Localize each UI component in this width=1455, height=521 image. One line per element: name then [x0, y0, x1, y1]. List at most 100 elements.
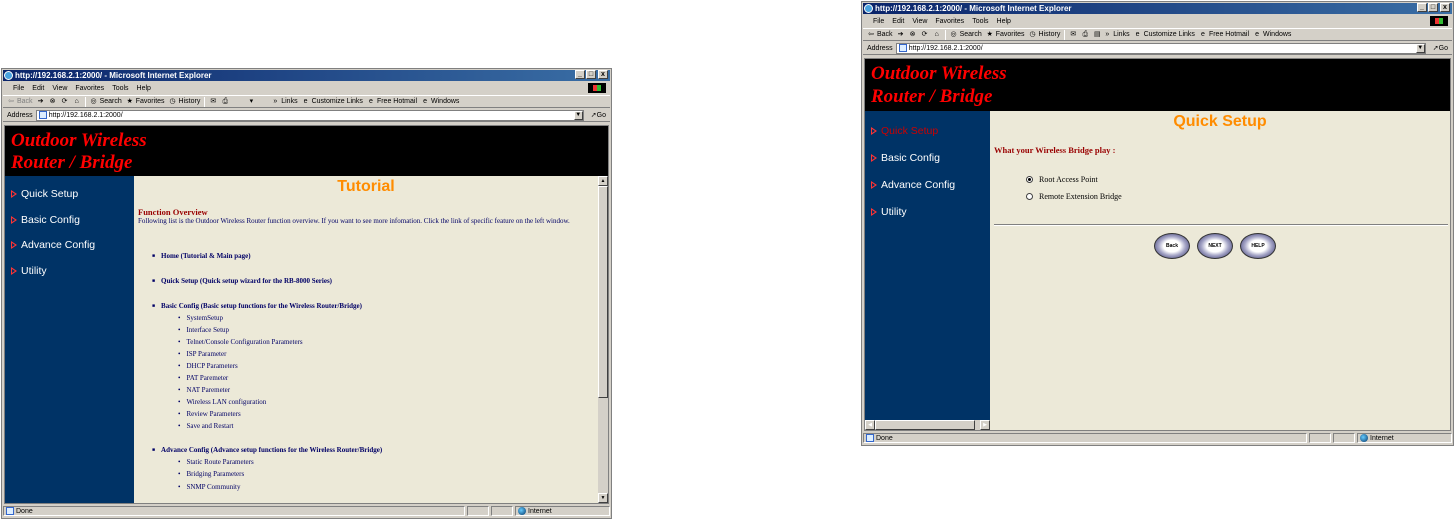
edit-button[interactable]: ▤ — [1093, 31, 1101, 39]
back-button[interactable]: Back — [1154, 233, 1190, 259]
radio-selected[interactable] — [1026, 176, 1033, 183]
go-button[interactable]: ➚Go — [587, 111, 610, 119]
link-save-restart[interactable]: Save and Restart — [178, 422, 233, 430]
scroll-thumb[interactable] — [875, 420, 975, 430]
stop-button[interactable]: ⊗ — [49, 98, 57, 106]
nav-quick-setup[interactable]: Quick Setup — [871, 125, 938, 137]
back-button[interactable]: ⇦ Back — [7, 98, 33, 106]
minimize-button[interactable]: _ — [575, 70, 585, 79]
link-system-setup[interactable]: SystemSetup — [178, 314, 223, 322]
mail-button[interactable]: ✉ — [1069, 31, 1077, 39]
mail-icon: ✉ — [1070, 30, 1077, 38]
option-root-access-point[interactable]: Root Access Point — [1026, 175, 1098, 184]
close-button[interactable]: x — [1440, 3, 1450, 12]
free-hotmail-link[interactable]: e Free Hotmail — [367, 98, 417, 106]
home-button[interactable]: ⌂ — [933, 31, 941, 39]
radio-unselected[interactable] — [1026, 193, 1033, 200]
link-telnet-console[interactable]: Telnet/Console Configuration Parameters — [178, 338, 302, 346]
help-button[interactable]: HELP — [1240, 233, 1276, 259]
menu-help[interactable]: Help — [133, 85, 155, 92]
link-static-route[interactable]: Static Route Parameters — [178, 458, 253, 466]
chevron-label: » — [273, 98, 278, 105]
print-button[interactable]: ⎙ — [1081, 31, 1089, 39]
favorites-button[interactable]: ★ Favorites — [126, 98, 165, 106]
nav-label: Basic Config — [21, 214, 80, 226]
link-home[interactable]: Home (Tutorial & Main page) — [152, 252, 251, 260]
refresh-button[interactable]: ⟳ — [921, 31, 929, 39]
link-dhcp-parameters[interactable]: DHCP Parameters — [178, 362, 237, 370]
menu-edit[interactable]: Edit — [28, 85, 48, 92]
address-bar: Address http://192.168.2.1:2000/ ▼ ➚Go — [3, 109, 610, 122]
address-input[interactable]: http://192.168.2.1:2000/ ▼ — [895, 42, 1426, 54]
link-quick-setup[interactable]: Quick Setup (Quick setup wizard for the … — [152, 277, 332, 285]
nav-utility[interactable]: Utility — [871, 206, 907, 218]
link-basic-config[interactable]: Basic Config (Basic setup functions for … — [152, 302, 362, 310]
link-advance-config[interactable]: Advance Config (Advance setup functions … — [152, 446, 382, 454]
refresh-button[interactable]: ⟳ — [61, 98, 69, 106]
maximize-button[interactable]: □ — [1428, 3, 1438, 12]
nav-basic-config[interactable]: Basic Config — [871, 152, 940, 164]
menu-edit[interactable]: Edit — [888, 18, 908, 25]
history-button[interactable]: ◷ History — [1029, 31, 1060, 39]
scroll-left-icon[interactable]: ◀ — [865, 420, 875, 430]
forward-button[interactable]: ➔ — [897, 31, 905, 39]
nav-advance-config[interactable]: Advance Config — [11, 239, 95, 251]
link-bridging-parameters[interactable]: Bridging Parameters — [178, 470, 244, 478]
windows-link[interactable]: e Windows — [421, 98, 459, 106]
scroll-thumb[interactable] — [598, 186, 608, 398]
close-button[interactable]: x — [598, 70, 608, 79]
menu-file[interactable]: File — [869, 18, 888, 25]
menu-tools[interactable]: Tools — [968, 18, 992, 25]
next-button[interactable]: NEXT — [1197, 233, 1233, 259]
address-input[interactable]: http://192.168.2.1:2000/ ▼ — [35, 109, 584, 121]
menu-view[interactable]: View — [908, 18, 931, 25]
forward-button[interactable]: ➔ — [37, 98, 45, 106]
mail-button[interactable]: ✉ — [209, 98, 217, 106]
scroll-right-icon[interactable]: ▶ — [980, 420, 990, 430]
link-nat-parameter[interactable]: NAT Paremeter — [178, 386, 230, 394]
scroll-down-icon[interactable]: ▼ — [598, 493, 608, 503]
link-review-parameters[interactable]: Review Parameters — [178, 410, 240, 418]
address-dropdown-icon[interactable]: ▼ — [1415, 43, 1425, 53]
scroll-up-icon[interactable]: ▲ — [598, 176, 608, 186]
print-button[interactable]: ⎙ — [221, 98, 229, 106]
nav-quick-setup[interactable]: Quick Setup — [11, 188, 78, 200]
menu-favorites[interactable]: Favorites — [931, 18, 968, 25]
link-interface-setup[interactable]: Interface Setup — [178, 326, 229, 334]
go-button[interactable]: ➚Go — [1429, 44, 1452, 52]
stop-button[interactable]: ⊗ — [909, 31, 917, 39]
link-snmp-community[interactable]: SNMP Community — [178, 483, 240, 491]
menu-tools[interactable]: Tools — [108, 85, 132, 92]
menu-file[interactable]: File — [9, 85, 28, 92]
maximize-button[interactable]: □ — [586, 70, 596, 79]
search-button[interactable]: ◎ Search — [90, 98, 122, 106]
address-dropdown-icon[interactable]: ▼ — [573, 110, 583, 120]
link-wireless-lan[interactable]: Wireless LAN configuration — [178, 398, 266, 406]
arrow-right-icon — [871, 154, 877, 162]
menu-help[interactable]: Help — [993, 18, 1015, 25]
nav-utility[interactable]: Utility — [11, 265, 47, 277]
link-isp-parameter[interactable]: ISP Parameter — [178, 350, 226, 358]
nav-advance-config[interactable]: Advance Config — [871, 179, 955, 191]
windows-link[interactable]: e Windows — [1253, 31, 1291, 39]
link-pat-parameter[interactable]: PAT Paremeter — [178, 374, 228, 382]
back-button[interactable]: ⇦ Back — [867, 31, 893, 39]
links-chevron[interactable]: » — [1105, 31, 1109, 38]
customize-links-link[interactable]: e Customize Links — [1134, 31, 1195, 39]
menu-view[interactable]: View — [48, 85, 71, 92]
free-hotmail-link[interactable]: e Free Hotmail — [1199, 31, 1249, 39]
minimize-button[interactable]: _ — [1417, 3, 1427, 12]
horizontal-scrollbar[interactable]: ◀ ▶ — [865, 420, 990, 430]
nav-basic-config[interactable]: Basic Config — [11, 214, 80, 226]
vertical-scrollbar[interactable]: ▲ ▼ — [598, 176, 608, 503]
menu-favorites[interactable]: Favorites — [71, 85, 108, 92]
home-button[interactable]: ⌂ — [73, 98, 81, 106]
favorites-button[interactable]: ★ Favorites — [986, 31, 1025, 39]
links-chevron[interactable]: » — [273, 98, 277, 105]
edit-dropdown[interactable]: ▾ — [247, 98, 255, 106]
history-button[interactable]: ◷ History — [169, 98, 200, 106]
search-button[interactable]: ◎ Search — [950, 31, 982, 39]
option-remote-extension-bridge[interactable]: Remote Extension Bridge — [1026, 192, 1122, 201]
zone-text: Internet — [528, 507, 552, 515]
customize-links-link[interactable]: e Customize Links — [302, 98, 363, 106]
